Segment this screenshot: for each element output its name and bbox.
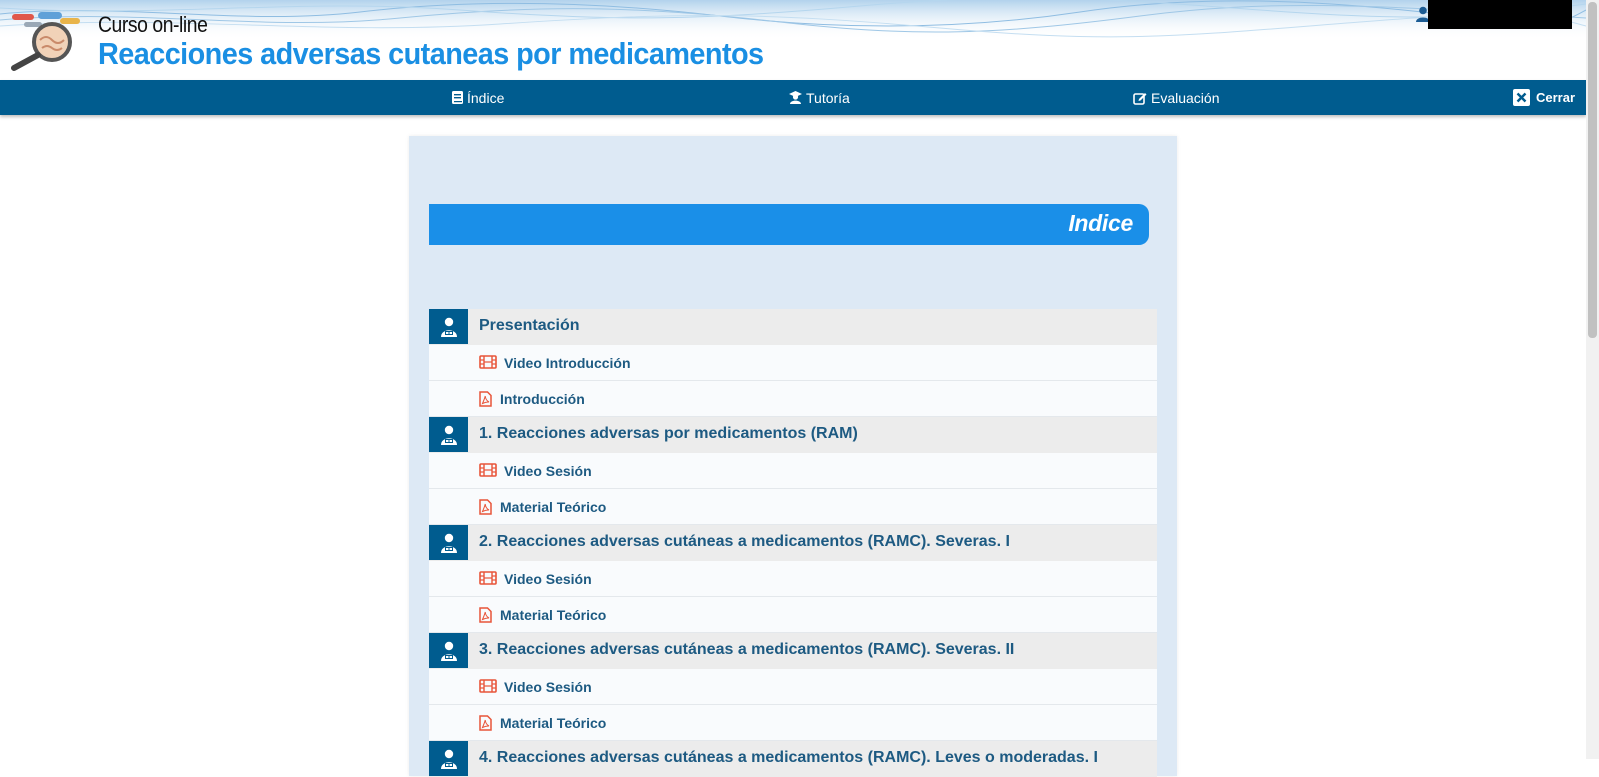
list-item-pdf[interactable]: Material Teórico [429, 705, 1157, 741]
content-card: Indice Presentación Video Introducción I… [409, 136, 1177, 777]
film-icon [479, 571, 497, 585]
pdf-file-icon [479, 391, 492, 407]
film-icon [479, 679, 497, 693]
section-title[interactable]: 3. Reacciones adversas cutáneas a medica… [479, 641, 1014, 659]
nav-evaluacion[interactable]: Evaluación [1133, 80, 1220, 115]
list-item-label: Video Sesión [504, 679, 592, 695]
nav-tutoria[interactable]: Tutoría [789, 80, 850, 115]
list-item-video[interactable]: Video Sesión [429, 453, 1157, 489]
section-header[interactable]: 3. Reacciones adversas cutáneas a medica… [429, 633, 1157, 669]
tutor-icon [429, 633, 468, 668]
course-logo-magnifier-icon [11, 12, 80, 71]
list-item-video[interactable]: Video Sesión [429, 669, 1157, 705]
main-navbar: Índice Tutoría Evaluación Cerrar [0, 80, 1586, 115]
list-item-pdf[interactable]: Introducción [429, 381, 1157, 417]
list-item-label: Introducción [500, 391, 585, 407]
section-header[interactable]: 4. Reacciones adversas cutáneas a medica… [429, 741, 1157, 777]
pdf-file-icon [479, 607, 492, 623]
section-title[interactable]: 2. Reacciones adversas cutáneas a medica… [479, 533, 1010, 551]
section-header[interactable]: 1. Reacciones adversas por medicamentos … [429, 417, 1157, 453]
tutor-icon [789, 91, 802, 104]
close-button[interactable]: Cerrar [1513, 80, 1575, 115]
index-heading: Indice [1068, 210, 1133, 236]
close-icon [1513, 89, 1530, 106]
list-item-label: Video Sesión [504, 571, 592, 587]
close-label: Cerrar [1536, 90, 1576, 105]
decorative-wave-pattern [0, 0, 1586, 40]
list-item-video[interactable]: Video Introducción [429, 345, 1157, 381]
list-item-pdf[interactable]: Material Teórico [429, 597, 1157, 633]
section-header[interactable]: Presentación [429, 309, 1157, 345]
tutor-icon [429, 309, 468, 344]
list-item-pdf[interactable]: Material Teórico [429, 489, 1157, 525]
nav-indice-label: Índice [467, 89, 505, 106]
course-subtitle: Curso on-line [98, 12, 208, 37]
pdf-file-icon [479, 715, 492, 731]
section-title[interactable]: 1. Reacciones adversas por medicamentos … [479, 425, 858, 443]
tutor-icon [429, 417, 468, 452]
nav-tutoria-label: Tutoría [806, 89, 850, 106]
nav-indice[interactable]: Índice [452, 80, 504, 115]
section-title[interactable]: Presentación [479, 317, 579, 335]
site-header: Curso on-line Reacciones adversas cutane… [0, 0, 1586, 80]
section-header[interactable]: 2. Reacciones adversas cutáneas a medica… [429, 525, 1157, 561]
nav-evaluacion-label: Evaluación [1151, 89, 1220, 106]
edit-icon [1133, 92, 1147, 105]
film-icon [479, 355, 497, 369]
tutor-icon [429, 525, 468, 560]
course-index-list: Presentación Video Introducción Introduc… [429, 309, 1157, 777]
pdf-file-icon [479, 499, 492, 515]
user-name-redacted[interactable] [1428, 0, 1572, 29]
book-icon [452, 91, 463, 104]
film-icon [479, 463, 497, 477]
list-item-label: Video Introducción [504, 355, 631, 371]
page-scrollbar[interactable] [1586, 0, 1599, 759]
scrollbar-thumb[interactable] [1588, 2, 1597, 338]
list-item-video[interactable]: Video Sesión [429, 561, 1157, 597]
course-title: Reacciones adversas cutaneas por medicam… [98, 36, 764, 71]
list-item-label: Video Sesión [504, 463, 592, 479]
index-header-bar: Indice [429, 204, 1149, 245]
list-item-label: Material Teórico [500, 715, 607, 731]
section-title[interactable]: 4. Reacciones adversas cutáneas a medica… [479, 749, 1098, 767]
list-item-label: Material Teórico [500, 607, 607, 623]
list-item-label: Material Teórico [500, 499, 607, 515]
